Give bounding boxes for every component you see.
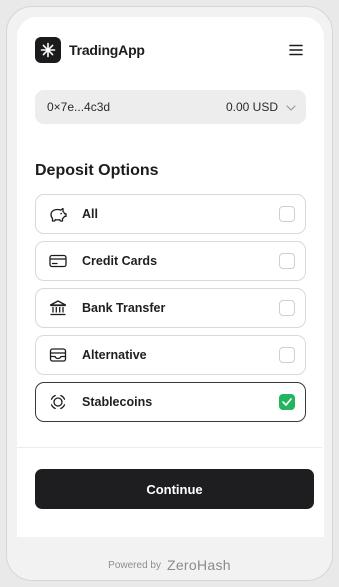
option-checkbox[interactable] [279, 253, 295, 269]
option-checkbox-checked[interactable] [279, 394, 295, 410]
wallet-icon [48, 345, 68, 365]
option-label: Credit Cards [82, 254, 158, 268]
footer: Powered by ZeroHash [7, 555, 332, 575]
option-stablecoins[interactable]: Stablecoins [35, 382, 306, 422]
option-checkbox[interactable] [279, 347, 295, 363]
wallet-selector[interactable]: 0×7e...4c3d 0.00 USD [35, 90, 306, 124]
option-alternative[interactable]: Alternative [35, 335, 306, 375]
brand: TradingApp [35, 37, 145, 63]
checkmark-icon [282, 398, 292, 406]
powered-by-text: Powered by [108, 559, 161, 571]
wallet-address: 0×7e...4c3d [47, 100, 111, 114]
section-title: Deposit Options [35, 162, 159, 179]
deposit-card: TradingApp 0×7e...4c3d 0.00 USD Deposit … [17, 17, 324, 537]
option-bank-transfer[interactable]: Bank Transfer [35, 288, 306, 328]
option-all[interactable]: All [35, 194, 306, 234]
device-frame: TradingApp 0×7e...4c3d 0.00 USD Deposit … [6, 6, 333, 581]
option-label: All [82, 207, 98, 221]
option-checkbox[interactable] [279, 206, 295, 222]
asterisk-logo-icon [35, 37, 61, 63]
continue-button[interactable]: Continue [35, 469, 314, 509]
bank-icon [48, 298, 68, 318]
option-label: Alternative [82, 348, 147, 362]
stablecoin-icon [48, 392, 68, 412]
deposit-options-list: All Credit Cards Bank Transfer Alternati… [35, 194, 306, 422]
piggy-bank-icon [48, 204, 68, 224]
wallet-balance-group: 0.00 USD [226, 100, 296, 114]
option-label: Bank Transfer [82, 301, 166, 315]
divider [17, 447, 322, 448]
app-name: TradingApp [69, 42, 145, 58]
credit-card-icon [48, 251, 68, 271]
option-label: Stablecoins [82, 395, 153, 409]
hamburger-menu-icon[interactable] [286, 40, 306, 60]
wallet-balance: 0.00 USD [225, 100, 278, 114]
provider-logo-text: ZeroHash [166, 557, 231, 573]
chevron-down-icon [286, 100, 296, 114]
option-checkbox[interactable] [279, 300, 295, 316]
option-credit-cards[interactable]: Credit Cards [35, 241, 306, 281]
app-header: TradingApp [35, 35, 306, 65]
